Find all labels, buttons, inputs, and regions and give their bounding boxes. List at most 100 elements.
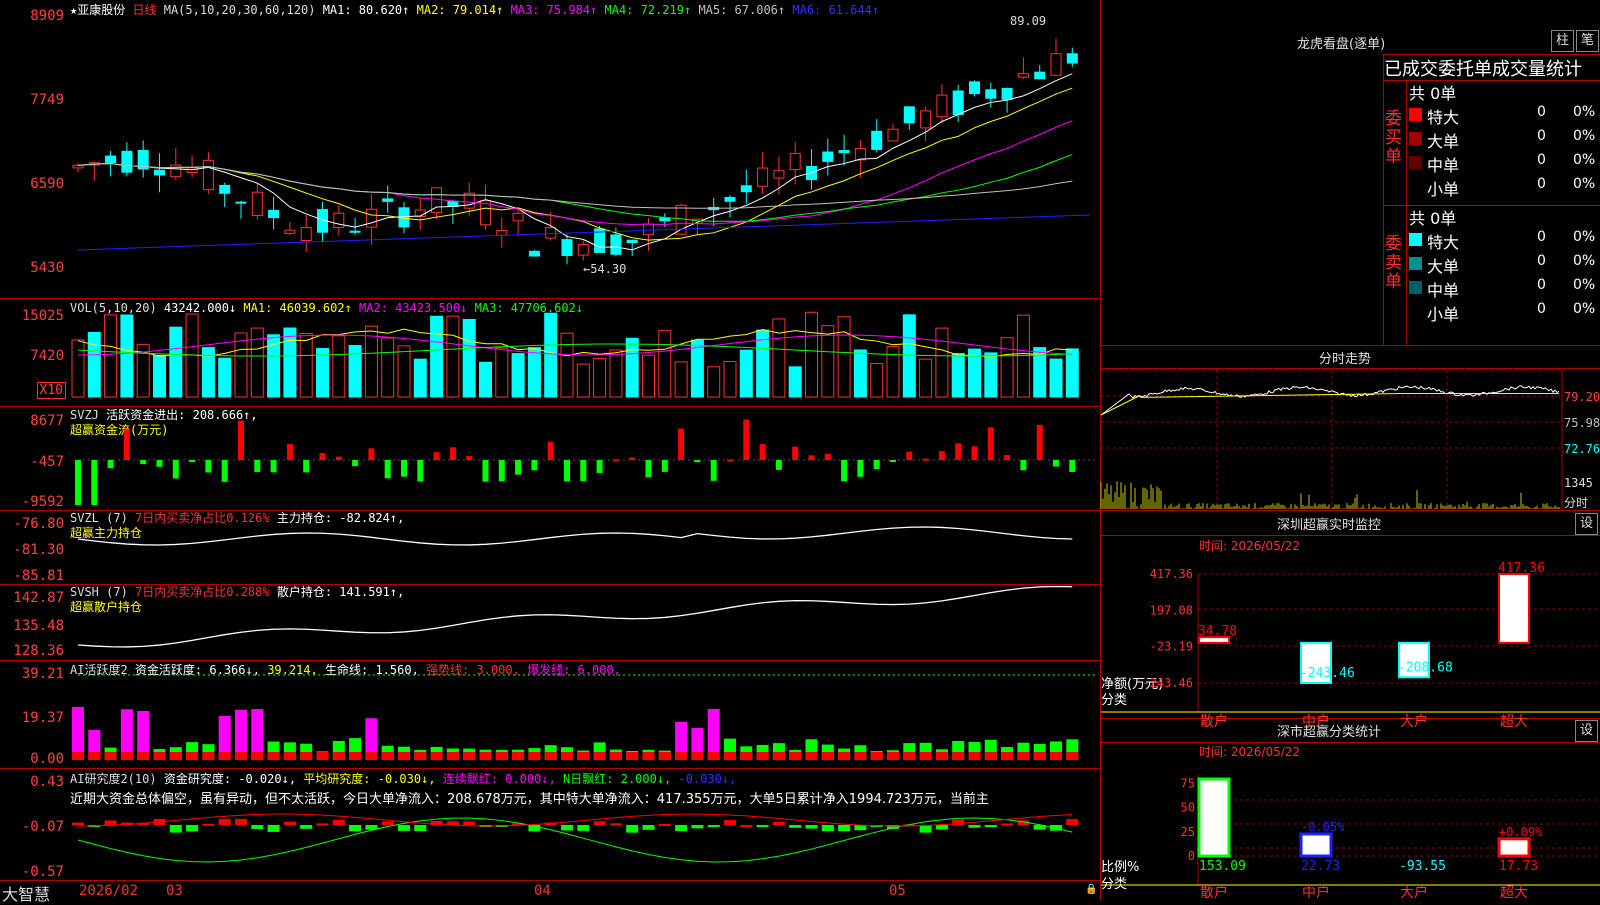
volume-bar — [625, 337, 639, 398]
svzj-bar — [286, 444, 293, 460]
svzj-bar — [384, 460, 391, 479]
order-size-label: 特大 — [1427, 108, 1460, 127]
candle-body — [72, 164, 84, 169]
svzj-bar — [775, 460, 782, 470]
ai1-base-bar — [561, 752, 573, 760]
ai1-base-bar — [854, 752, 867, 760]
ai2-bar — [821, 825, 834, 831]
candle-body — [365, 208, 377, 228]
ai2-bar — [968, 825, 981, 828]
svzj-bar — [449, 447, 456, 460]
order-size-label: 大单 — [1427, 132, 1460, 151]
color-swatch — [1409, 180, 1422, 193]
volume-bar — [479, 361, 492, 398]
svzj-bar — [824, 453, 831, 460]
ai1-base-bar — [821, 752, 834, 760]
candle-body — [1034, 71, 1046, 80]
ai1-base-bar — [919, 752, 932, 760]
candle-body — [936, 94, 948, 118]
order-size-label: 特大 — [1427, 233, 1460, 252]
ai2-bar — [463, 821, 476, 825]
classify-panel: 深市超赢分类统计 设 时间: 2026/05/22 比例% 分类 — [1101, 719, 1600, 900]
volume-bar — [283, 327, 297, 398]
candle-body — [887, 128, 899, 142]
ai1-base-bar — [512, 752, 525, 760]
candle-body — [219, 184, 231, 194]
ai2-bar — [104, 820, 117, 825]
ai1-base-bar — [1033, 752, 1046, 760]
svzj-bar — [971, 446, 978, 460]
volume-bar — [120, 314, 134, 398]
ai1-base-bar — [642, 752, 655, 760]
volume-bar — [788, 366, 802, 398]
intraday-panel[interactable]: 分时走势 79.20 75.98 72.76 1345 分时 — [1101, 346, 1600, 511]
ai2-bar — [235, 818, 247, 825]
volume-bar — [544, 312, 558, 398]
order-row: 特大 0 0% — [1409, 229, 1600, 252]
ai1-base-bar — [838, 752, 851, 760]
volume-bar — [1049, 358, 1063, 398]
volume-bar — [299, 332, 313, 398]
main-chart-canvas[interactable] — [0, 0, 1100, 900]
ai1-base-bar — [984, 752, 997, 760]
volume-bar — [527, 347, 541, 398]
svzj-bar — [938, 451, 945, 460]
color-swatch — [1409, 257, 1422, 270]
ai2-bar — [218, 819, 231, 825]
svzj-bar — [645, 460, 652, 478]
volume-bar — [316, 348, 329, 398]
volume-bar — [495, 347, 509, 398]
order-row: 大单 0 0% — [1409, 128, 1600, 151]
candle-body — [447, 200, 459, 207]
ai2-bar — [169, 825, 182, 833]
bar-mode-button[interactable]: 柱 — [1551, 30, 1574, 52]
ai2-bar — [561, 825, 573, 831]
buy-orders-label: 委买单 — [1385, 109, 1402, 167]
tick-mode-button[interactable]: 笔 — [1576, 30, 1599, 52]
candle-body — [1066, 53, 1078, 64]
ai2-bar — [658, 824, 671, 827]
color-swatch — [1409, 281, 1422, 294]
volume-bar — [642, 354, 655, 398]
svzj-bar — [254, 460, 261, 473]
ai1-base-bar — [430, 752, 443, 760]
color-swatch — [1409, 156, 1422, 169]
svzj-bar — [156, 460, 163, 467]
svzj-bar — [352, 460, 359, 467]
ai2-bar — [300, 825, 313, 829]
ai1-base-bar — [707, 752, 720, 760]
ai1-base-bar — [267, 752, 280, 760]
ai2-bar — [72, 822, 84, 825]
ai2-bar — [805, 825, 818, 829]
ai2-bar — [381, 821, 394, 825]
ai2-bar — [349, 825, 362, 832]
order-size-label: 中单 — [1427, 281, 1460, 300]
ai2-bar — [756, 825, 769, 827]
ai2-bar — [1001, 823, 1014, 826]
svzj-bar — [890, 460, 896, 462]
order-pct: 0% — [1573, 229, 1596, 245]
candle-body — [789, 153, 801, 171]
candle-body — [969, 81, 980, 95]
monitor-settings-button[interactable]: 设 — [1575, 513, 1598, 535]
monitor-title: 深圳超赢实时监控 — [1277, 518, 1382, 533]
candle-body — [121, 150, 133, 173]
ai2-bar — [609, 823, 622, 826]
ai2-bar — [675, 825, 688, 832]
ai1-base-bar — [740, 752, 753, 760]
ai1-base-bar — [398, 752, 410, 760]
ai1-base-bar — [414, 752, 427, 760]
ma-line — [77, 73, 1073, 251]
ai1-base-bar — [756, 752, 769, 760]
classify-settings-button[interactable]: 设 — [1575, 720, 1598, 742]
svzj-bar — [612, 459, 619, 462]
volume-bar — [560, 332, 574, 398]
ai1-base-bar — [202, 752, 215, 760]
candle-body — [659, 217, 671, 222]
candle-body — [545, 227, 557, 239]
classify-title: 深市超赢分类统计 — [1277, 725, 1382, 740]
candle-body — [202, 159, 214, 191]
color-swatch — [1409, 132, 1422, 145]
ai2-bar — [593, 821, 606, 825]
volume-bar — [593, 357, 607, 398]
